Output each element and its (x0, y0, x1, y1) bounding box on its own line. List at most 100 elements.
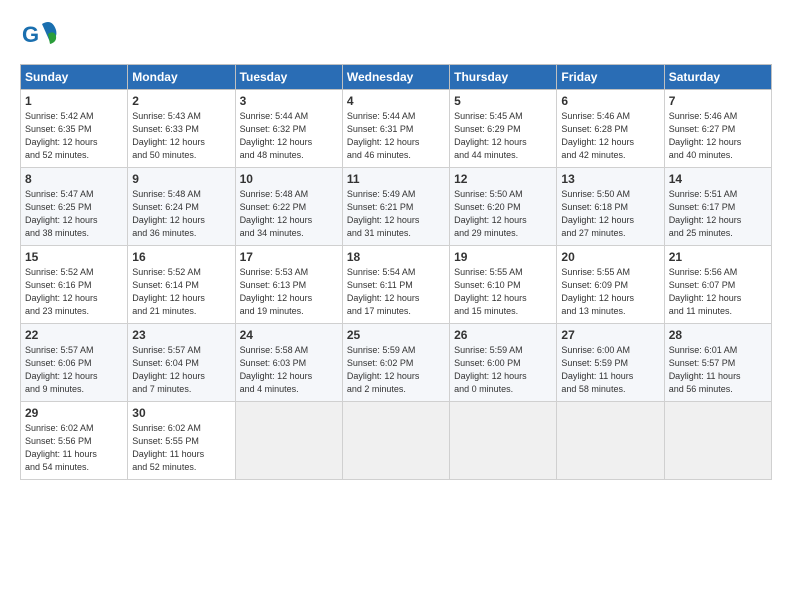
day-number: 11 (347, 172, 445, 186)
week-row-3: 15Sunrise: 5:52 AM Sunset: 6:16 PM Dayli… (21, 246, 772, 324)
day-cell: 19 Sunrise: 5:55 AM Sunset: 6:10 PM Dayli… (450, 246, 557, 324)
day-number: 18 (347, 250, 445, 264)
day-content: Sunrise: 5:48 AM Sunset: 6:22 PM Dayligh… (240, 188, 338, 240)
day-content: Sunrise: 5:52 AM Sunset: 6:16 PM Dayligh… (25, 266, 123, 318)
day-number: 26 (454, 328, 552, 342)
day-content: Sunrise: 5:43 AM Sunset: 6:33 PM Dayligh… (132, 110, 230, 162)
day-cell: 29 Sunrise: 6:02 AM Sunset: 5:56 PM Dayli… (21, 402, 128, 480)
day-content: Sunrise: 5:49 AM Sunset: 6:21 PM Dayligh… (347, 188, 445, 240)
day-cell: 6 Sunrise: 5:46 AM Sunset: 6:28 PM Daylig… (557, 90, 664, 168)
col-friday: Friday (557, 65, 664, 90)
page-container: G Sunday M (0, 0, 792, 490)
day-number: 19 (454, 250, 552, 264)
day-number: 14 (669, 172, 767, 186)
logo-icon: G (20, 16, 58, 54)
day-cell (557, 402, 664, 480)
day-cell: 22 Sunrise: 5:57 AM Sunset: 6:06 PM Dayli… (21, 324, 128, 402)
day-number: 23 (132, 328, 230, 342)
day-number: 30 (132, 406, 230, 420)
svg-text:G: G (22, 22, 39, 47)
header: G (20, 16, 772, 54)
day-number: 3 (240, 94, 338, 108)
day-content: Sunrise: 5:56 AM Sunset: 6:07 PM Dayligh… (669, 266, 767, 318)
week-row-5: 29 Sunrise: 6:02 AM Sunset: 5:56 PM Dayli… (21, 402, 772, 480)
day-content: Sunrise: 6:02 AM Sunset: 5:56 PM Dayligh… (25, 422, 123, 474)
day-content: Sunrise: 5:50 AM Sunset: 6:20 PM Dayligh… (454, 188, 552, 240)
day-cell: 15Sunrise: 5:52 AM Sunset: 6:16 PM Dayli… (21, 246, 128, 324)
day-cell: 18 Sunrise: 5:54 AM Sunset: 6:11 PM Dayli… (342, 246, 449, 324)
col-thursday: Thursday (450, 65, 557, 90)
day-cell (235, 402, 342, 480)
day-cell: 5Sunrise: 5:45 AM Sunset: 6:29 PM Daylig… (450, 90, 557, 168)
day-cell: 14 Sunrise: 5:51 AM Sunset: 6:17 PM Dayli… (664, 168, 771, 246)
day-number: 29 (25, 406, 123, 420)
day-cell: 20 Sunrise: 5:55 AM Sunset: 6:09 PM Dayli… (557, 246, 664, 324)
day-content: Sunrise: 6:00 AM Sunset: 5:59 PM Dayligh… (561, 344, 659, 396)
day-number: 8 (25, 172, 123, 186)
day-number: 20 (561, 250, 659, 264)
day-cell: 13Sunrise: 5:50 AM Sunset: 6:18 PM Dayli… (557, 168, 664, 246)
day-cell: 4 Sunrise: 5:44 AM Sunset: 6:31 PM Daylig… (342, 90, 449, 168)
day-content: Sunrise: 5:48 AM Sunset: 6:24 PM Dayligh… (132, 188, 230, 240)
day-number: 10 (240, 172, 338, 186)
day-cell: 24Sunrise: 5:58 AM Sunset: 6:03 PM Dayli… (235, 324, 342, 402)
day-content: Sunrise: 6:02 AM Sunset: 5:55 PM Dayligh… (132, 422, 230, 474)
day-number: 21 (669, 250, 767, 264)
day-cell: 30 Sunrise: 6:02 AM Sunset: 5:55 PM Dayli… (128, 402, 235, 480)
col-saturday: Saturday (664, 65, 771, 90)
week-row-4: 22 Sunrise: 5:57 AM Sunset: 6:06 PM Dayli… (21, 324, 772, 402)
logo: G (20, 16, 60, 54)
day-content: Sunrise: 5:50 AM Sunset: 6:18 PM Dayligh… (561, 188, 659, 240)
day-cell: 1Sunrise: 5:42 AM Sunset: 6:35 PM Daylig… (21, 90, 128, 168)
day-cell: 7 Sunrise: 5:46 AM Sunset: 6:27 PM Daylig… (664, 90, 771, 168)
day-cell: 9 Sunrise: 5:48 AM Sunset: 6:24 PM Daylig… (128, 168, 235, 246)
day-content: Sunrise: 6:01 AM Sunset: 5:57 PM Dayligh… (669, 344, 767, 396)
day-cell: 26 Sunrise: 5:59 AM Sunset: 6:00 PM Dayli… (450, 324, 557, 402)
col-tuesday: Tuesday (235, 65, 342, 90)
day-content: Sunrise: 5:53 AM Sunset: 6:13 PM Dayligh… (240, 266, 338, 318)
day-number: 17 (240, 250, 338, 264)
day-cell: 3Sunrise: 5:44 AM Sunset: 6:32 PM Daylig… (235, 90, 342, 168)
day-number: 4 (347, 94, 445, 108)
day-content: Sunrise: 5:51 AM Sunset: 6:17 PM Dayligh… (669, 188, 767, 240)
day-content: Sunrise: 5:55 AM Sunset: 6:09 PM Dayligh… (561, 266, 659, 318)
week-row-2: 8 Sunrise: 5:47 AM Sunset: 6:25 PM Daylig… (21, 168, 772, 246)
day-number: 22 (25, 328, 123, 342)
day-content: Sunrise: 5:54 AM Sunset: 6:11 PM Dayligh… (347, 266, 445, 318)
day-number: 2 (132, 94, 230, 108)
day-cell: 21 Sunrise: 5:56 AM Sunset: 6:07 PM Dayli… (664, 246, 771, 324)
day-content: Sunrise: 5:46 AM Sunset: 6:28 PM Dayligh… (561, 110, 659, 162)
day-number: 6 (561, 94, 659, 108)
day-content: Sunrise: 5:58 AM Sunset: 6:03 PM Dayligh… (240, 344, 338, 396)
day-cell (450, 402, 557, 480)
day-content: Sunrise: 5:55 AM Sunset: 6:10 PM Dayligh… (454, 266, 552, 318)
day-cell: 12 Sunrise: 5:50 AM Sunset: 6:20 PM Dayli… (450, 168, 557, 246)
calendar-table: Sunday Monday Tuesday Wednesday Thursday… (20, 64, 772, 480)
day-content: Sunrise: 5:45 AM Sunset: 6:29 PM Dayligh… (454, 110, 552, 162)
day-content: Sunrise: 5:47 AM Sunset: 6:25 PM Dayligh… (25, 188, 123, 240)
day-number: 27 (561, 328, 659, 342)
day-content: Sunrise: 5:57 AM Sunset: 6:04 PM Dayligh… (132, 344, 230, 396)
day-cell: 2 Sunrise: 5:43 AM Sunset: 6:33 PM Daylig… (128, 90, 235, 168)
day-content: Sunrise: 5:44 AM Sunset: 6:31 PM Dayligh… (347, 110, 445, 162)
header-row: Sunday Monday Tuesday Wednesday Thursday… (21, 65, 772, 90)
day-number: 12 (454, 172, 552, 186)
day-cell: 11 Sunrise: 5:49 AM Sunset: 6:21 PM Dayli… (342, 168, 449, 246)
col-wednesday: Wednesday (342, 65, 449, 90)
day-number: 7 (669, 94, 767, 108)
day-cell: 27 Sunrise: 6:00 AM Sunset: 5:59 PM Dayli… (557, 324, 664, 402)
day-number: 9 (132, 172, 230, 186)
day-content: Sunrise: 5:46 AM Sunset: 6:27 PM Dayligh… (669, 110, 767, 162)
day-content: Sunrise: 5:59 AM Sunset: 6:00 PM Dayligh… (454, 344, 552, 396)
day-content: Sunrise: 5:59 AM Sunset: 6:02 PM Dayligh… (347, 344, 445, 396)
col-monday: Monday (128, 65, 235, 90)
week-row-1: 1Sunrise: 5:42 AM Sunset: 6:35 PM Daylig… (21, 90, 772, 168)
day-cell (664, 402, 771, 480)
day-cell: 8 Sunrise: 5:47 AM Sunset: 6:25 PM Daylig… (21, 168, 128, 246)
day-cell (342, 402, 449, 480)
day-number: 16 (132, 250, 230, 264)
day-number: 25 (347, 328, 445, 342)
day-number: 28 (669, 328, 767, 342)
day-content: Sunrise: 5:57 AM Sunset: 6:06 PM Dayligh… (25, 344, 123, 396)
day-cell: 23 Sunrise: 5:57 AM Sunset: 6:04 PM Dayli… (128, 324, 235, 402)
